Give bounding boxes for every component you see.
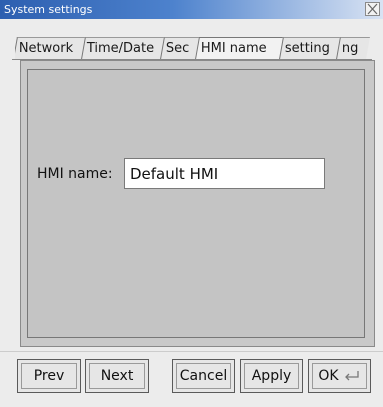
cancel-button-label: Cancel: [179, 368, 228, 384]
close-button[interactable]: [365, 2, 380, 16]
apply-button-label: Apply: [251, 368, 292, 384]
prev-button-label: Prev: [33, 368, 65, 384]
tab-network[interactable]: Network: [15, 37, 85, 59]
cancel-button[interactable]: Cancel: [172, 359, 235, 393]
enter-key-icon: [344, 371, 359, 381]
title-bar[interactable]: System settings: [0, 0, 383, 19]
next-button[interactable]: Next: [85, 359, 149, 393]
tab-more[interactable]: ng: [336, 37, 370, 59]
close-icon: [367, 3, 378, 15]
hmi-name-label: HMI name:: [37, 166, 113, 182]
prev-button[interactable]: Prev: [17, 359, 81, 393]
tab-security[interactable]: Sec: [160, 37, 199, 59]
tab-panel-inner: [27, 69, 365, 338]
window-title: System settings: [4, 3, 93, 16]
ok-button-label: OK: [318, 368, 339, 384]
tab-hmi-name[interactable]: HMI name: [195, 37, 283, 59]
hmi-name-input[interactable]: [124, 158, 325, 189]
next-button-label: Next: [100, 368, 134, 384]
apply-button[interactable]: Apply: [240, 359, 303, 393]
tab-setting[interactable]: setting: [279, 37, 340, 59]
tab-bar: Network Time/Date Sec HMI name setting n…: [15, 37, 375, 59]
divider: [0, 351, 383, 352]
tab-time-date[interactable]: Time/Date: [81, 37, 164, 59]
settings-window: System settings Network Time/Date Sec HM…: [0, 0, 383, 407]
ok-button[interactable]: OK: [308, 359, 371, 393]
